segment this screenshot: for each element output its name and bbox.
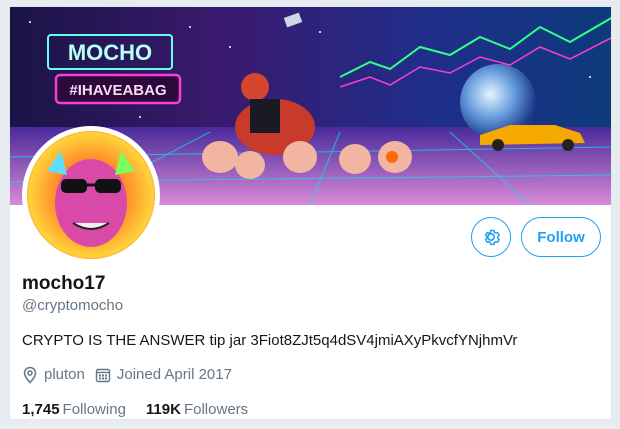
profile-bio: CRYPTO IS THE ANSWER tip jar 3Fiot8ZJt5q… (22, 332, 518, 349)
location-item: pluton (22, 365, 85, 385)
gear-icon (484, 229, 500, 246)
settings-button[interactable] (471, 217, 511, 257)
profile-card: MOCHO #IHAVEABAG Follow mocho17 @cryptom… (9, 6, 612, 420)
following-label: Following (62, 401, 126, 418)
location-pin-icon (23, 366, 37, 384)
followers-link[interactable]: 119K Followers (145, 400, 249, 419)
calendar-icon (95, 368, 111, 383)
profile-meta: pluton Joined April 2017 (22, 365, 602, 385)
profile-actions: Follow (471, 217, 601, 257)
avatar-image (27, 131, 155, 259)
profile-avatar[interactable] (22, 126, 160, 264)
display-name: mocho17 (22, 273, 106, 294)
joined-text: Joined April 2017 (116, 366, 232, 383)
follow-button[interactable]: Follow (521, 217, 601, 257)
followers-count: 119K (145, 401, 181, 418)
location-text: pluton (44, 366, 85, 383)
banner-sign-mocho: MOCHO (68, 40, 152, 65)
followers-label: Followers (183, 401, 249, 418)
banner-sign-hashtag: #IHAVEABAG (69, 82, 166, 99)
following-count: 1,745 (22, 401, 60, 418)
profile-stats: 1,745 Following 119K Followers (22, 400, 602, 419)
following-link[interactable]: 1,745 Following (22, 400, 126, 419)
joined-item: Joined April 2017 (95, 365, 232, 385)
profile-info: mocho17 @cryptomocho CRYPTO IS THE ANSWE… (22, 273, 602, 419)
user-handle: @cryptomocho (22, 297, 124, 314)
